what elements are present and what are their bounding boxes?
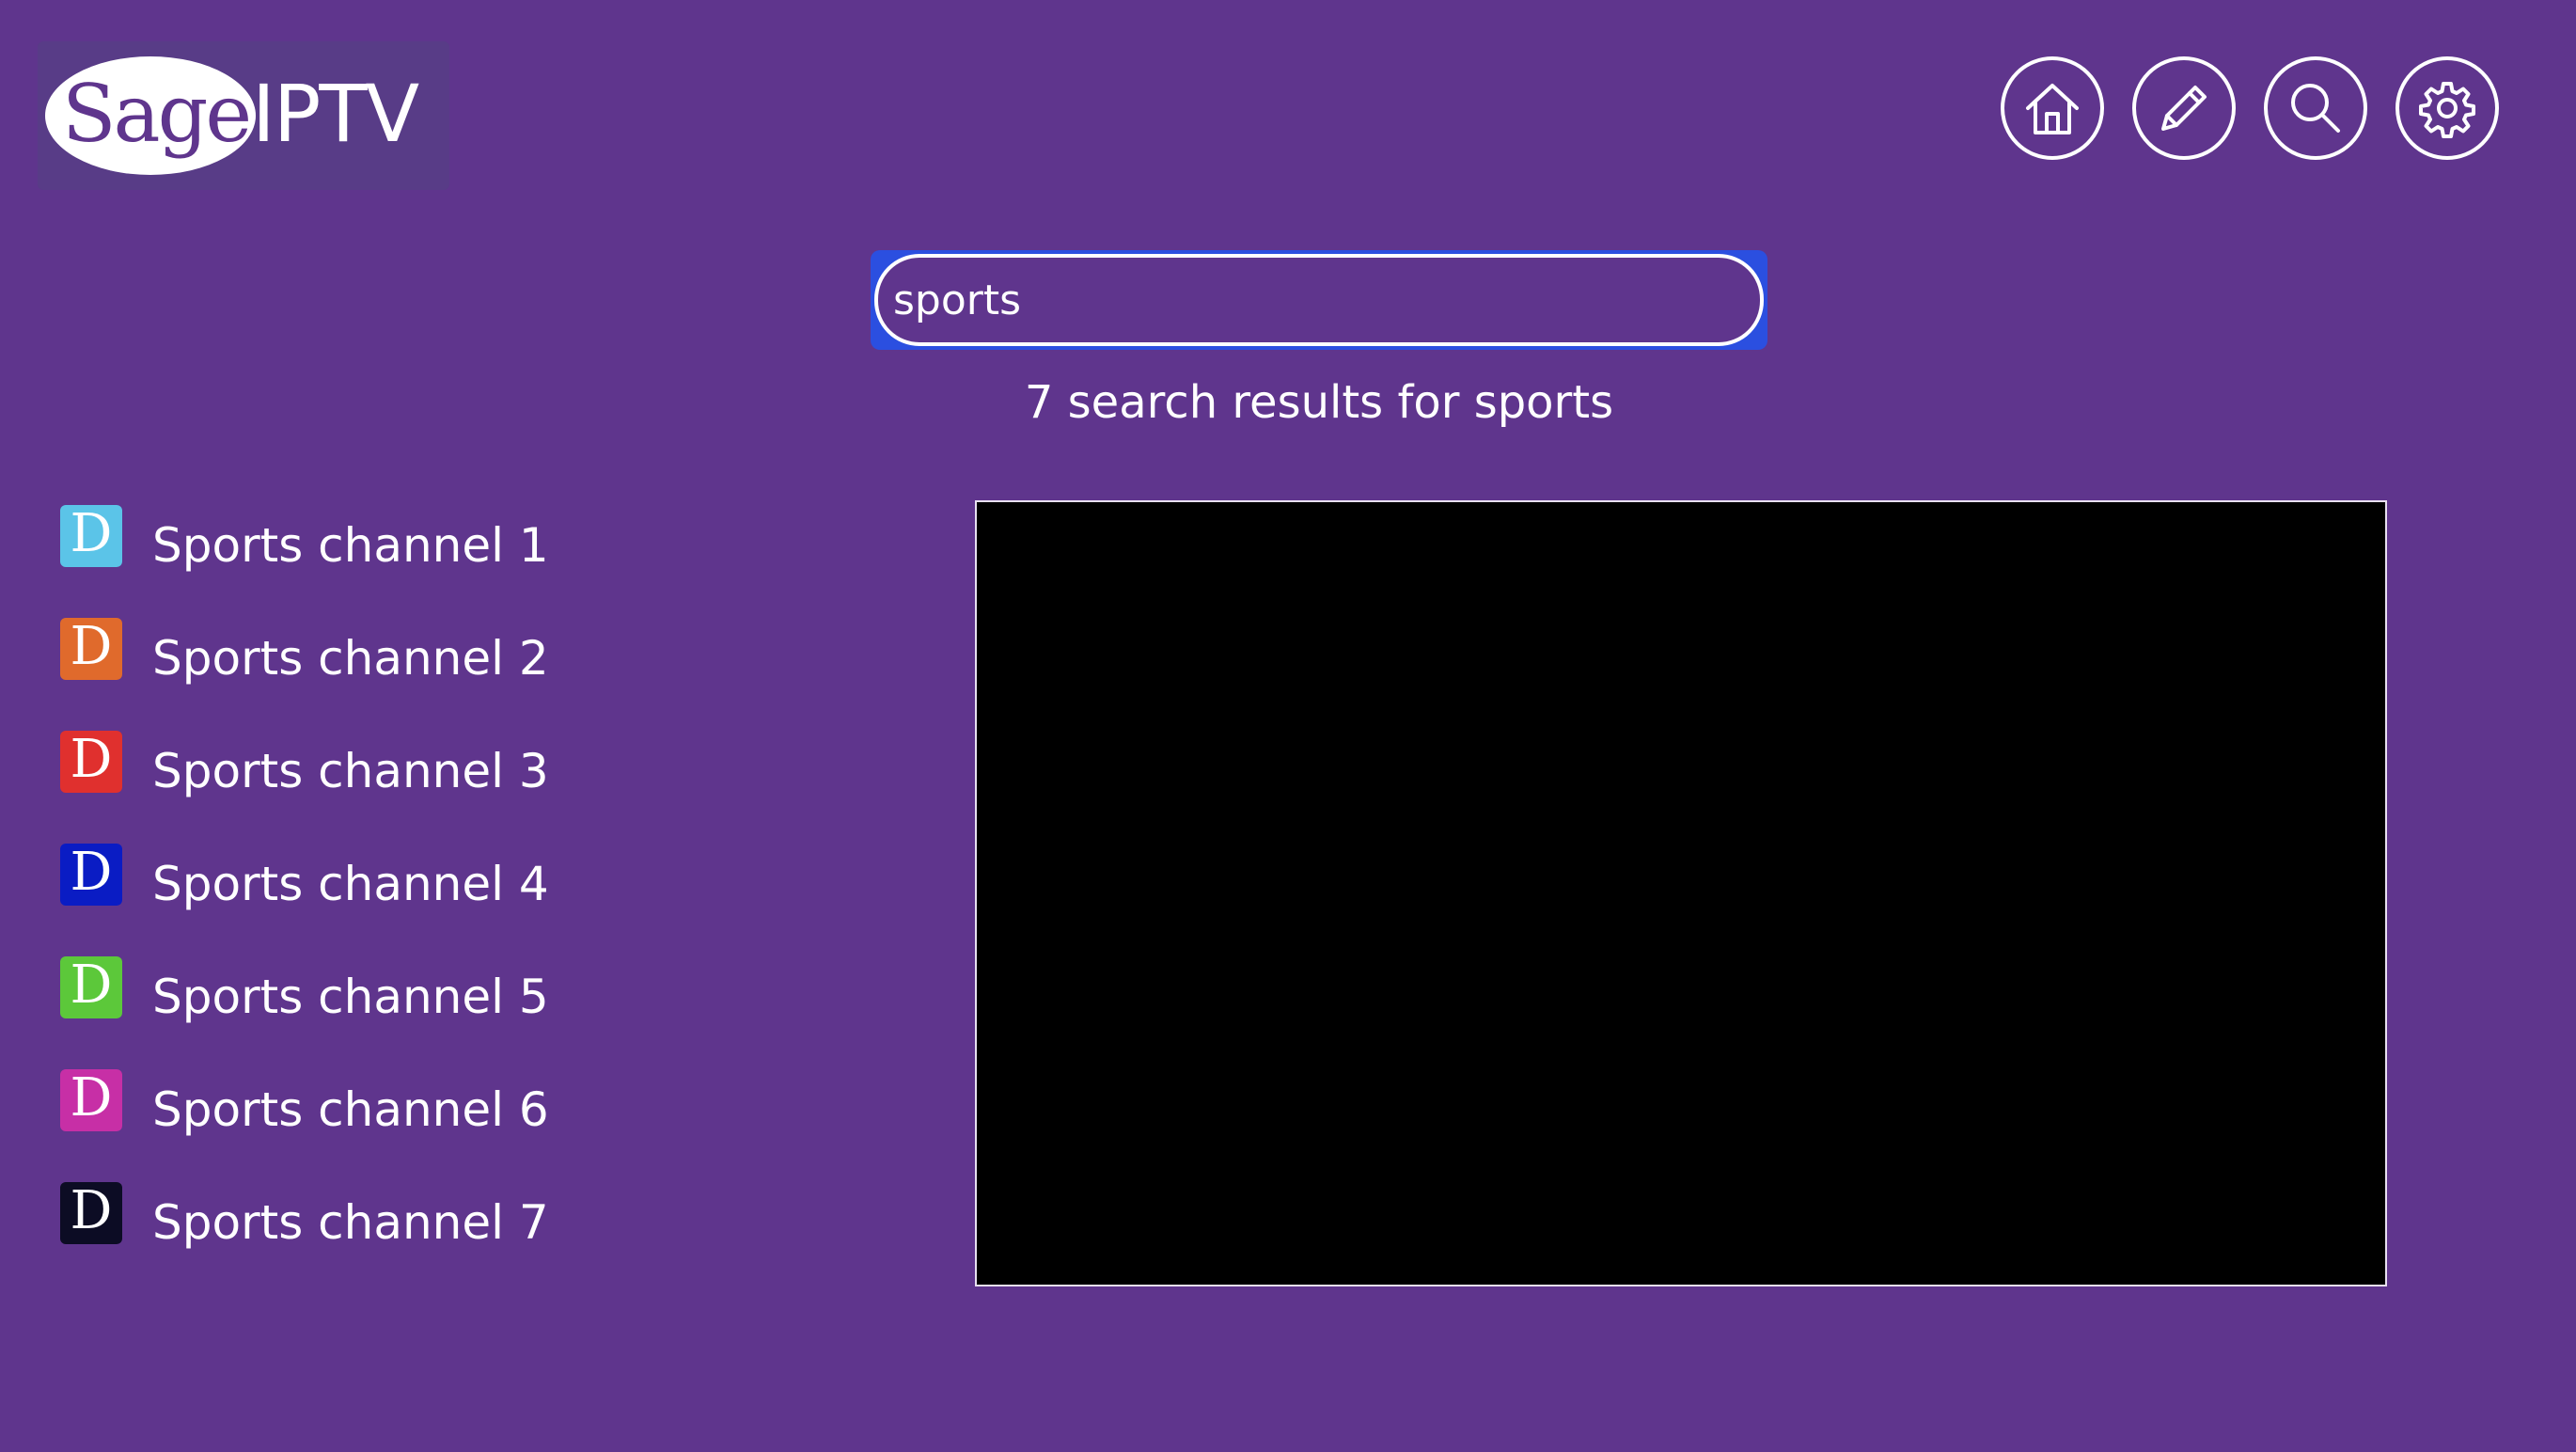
channel-name: Sports channel 1 — [152, 518, 549, 573]
search-icon — [2291, 84, 2340, 133]
channel-item[interactable]: D Sports channel 3 — [60, 715, 549, 828]
channel-item[interactable]: D Sports channel 4 — [60, 828, 549, 940]
search-results-count: 7 search results for sports — [1024, 376, 1614, 429]
channel-item[interactable]: D Sports channel 5 — [60, 940, 549, 1053]
home-icon — [2026, 84, 2079, 134]
channel-item[interactable]: D Sports channel 7 — [60, 1166, 549, 1279]
settings-button[interactable] — [2395, 56, 2499, 160]
logo-sage-text: Sage — [62, 68, 252, 160]
channel-item[interactable]: D Sports channel 6 — [60, 1053, 549, 1166]
search-button[interactable] — [2264, 56, 2367, 160]
channel-logo-icon: D — [60, 1182, 122, 1244]
channel-logo-icon: D — [60, 505, 122, 567]
channel-logo-icon: D — [60, 1069, 122, 1131]
channel-item[interactable]: D Sports channel 1 — [60, 489, 549, 602]
channel-name: Sports channel 6 — [152, 1082, 549, 1137]
channel-name: Sports channel 2 — [152, 631, 549, 686]
channel-name: Sports channel 7 — [152, 1195, 549, 1250]
channel-name: Sports channel 4 — [152, 857, 549, 911]
search-input[interactable] — [874, 254, 1764, 346]
home-button[interactable] — [2001, 56, 2104, 160]
pencil-icon — [2161, 86, 2207, 131]
video-player[interactable] — [975, 500, 2387, 1286]
channel-name: Sports channel 3 — [152, 744, 549, 798]
channel-logo-icon: D — [60, 956, 122, 1018]
search-focus-frame — [871, 250, 1767, 350]
edit-button[interactable] — [2132, 56, 2236, 160]
channel-item[interactable]: D Sports channel 2 — [60, 602, 549, 715]
channel-logo-icon: D — [60, 844, 122, 906]
logo-iptv-text: IPTV — [252, 68, 419, 160]
app-logo: Sage IPTV — [38, 41, 449, 190]
channel-logo-icon: D — [60, 731, 122, 793]
gear-icon — [2419, 82, 2475, 138]
channel-name: Sports channel 5 — [152, 970, 549, 1024]
top-navigation — [2001, 56, 2499, 160]
channel-list: D Sports channel 1 D Sports channel 2 D … — [60, 489, 549, 1279]
channel-logo-icon: D — [60, 618, 122, 680]
